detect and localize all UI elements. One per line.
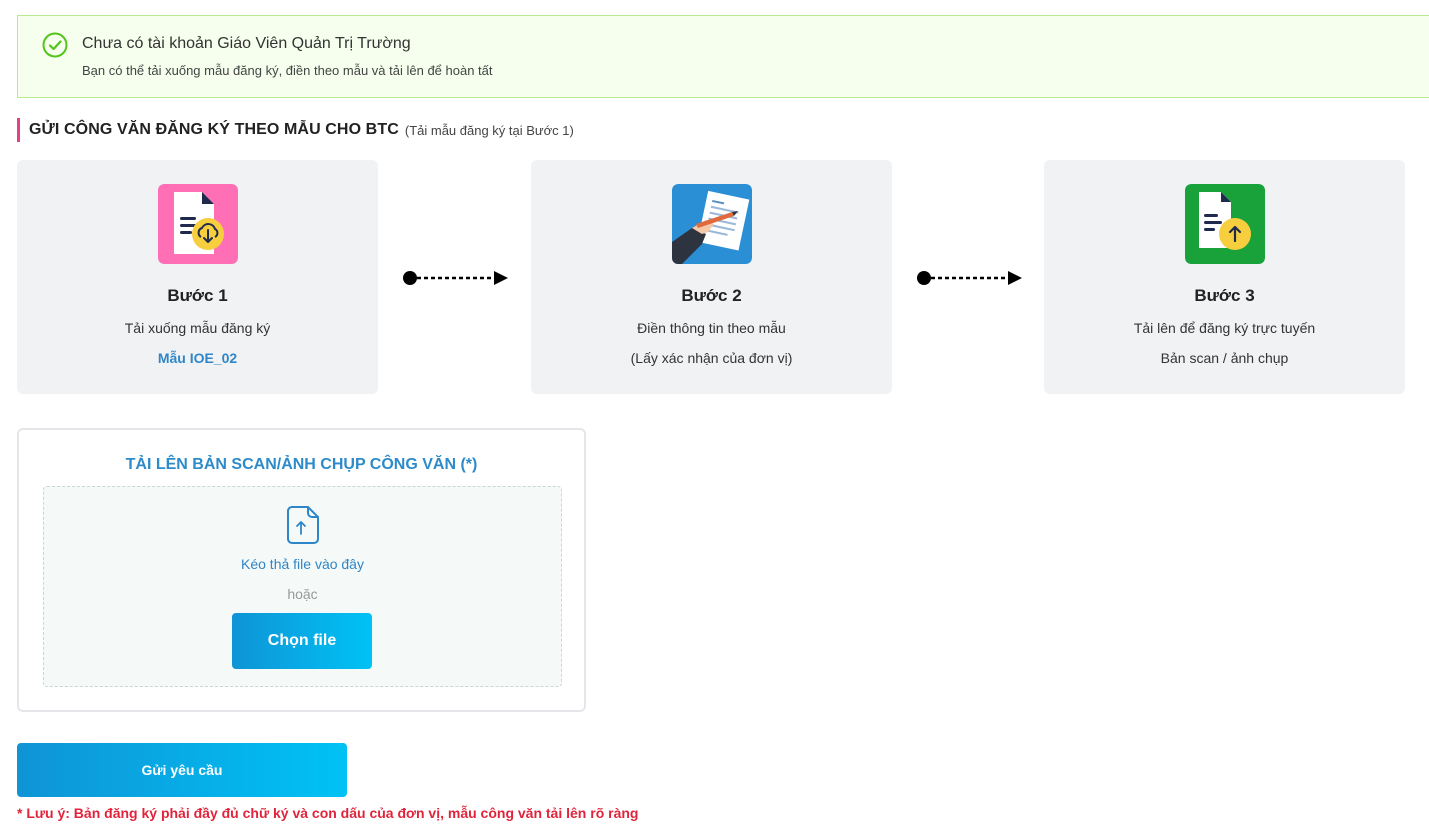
section-heading: GỬI CÔNG VĂN ĐĂNG KÝ THEO MẪU CHO BTC (T… <box>17 118 574 142</box>
alert-description: Bạn có thể tải xuống mẫu đăng ký, điền t… <box>82 63 493 78</box>
step-name: Bước 3 <box>1194 286 1255 305</box>
step-name: Bước 1 <box>167 286 228 305</box>
upload-document-icon <box>1185 184 1265 264</box>
drag-drop-label: Kéo thả file vào đây <box>241 556 364 572</box>
section-subtitle: (Tải mẫu đăng ký tại Bước 1) <box>404 122 574 138</box>
step-description: Tải lên để đăng ký trực tuyến <box>1133 320 1316 336</box>
fill-form-icon <box>672 184 752 264</box>
file-upload-icon <box>287 506 319 544</box>
or-label: hoặc <box>287 586 318 602</box>
step-description: Tải xuống mẫu đăng ký <box>124 320 271 336</box>
submit-request-button[interactable]: Gửi yêu cầu <box>17 743 347 797</box>
choose-file-button[interactable]: Chọn file <box>232 613 372 669</box>
step-arrow-icon <box>403 271 508 285</box>
upload-title: TẢI LÊN BẢN SCAN/ẢNH CHỤP CÔNG VĂN (*) <box>125 456 478 473</box>
step-card-2: Bước 2 Điền thông tin theo mẫu (Lấy xác … <box>531 160 892 394</box>
info-alert: Chưa có tài khoản Giáo Viên Quản Trị Trư… <box>17 15 1429 98</box>
step-arrow-icon <box>917 271 1022 285</box>
warning-note: * Lưu ý: Bản đăng ký phải đầy đủ chữ ký … <box>17 805 639 821</box>
section-title: GỬI CÔNG VĂN ĐĂNG KÝ THEO MẪU CHO BTC <box>29 121 399 138</box>
upload-card: TẢI LÊN BẢN SCAN/ẢNH CHỤP CÔNG VĂN (*) K… <box>17 428 586 712</box>
step-name: Bước 2 <box>681 286 742 305</box>
step-note: Bản scan / ảnh chụp <box>1160 350 1289 366</box>
download-document-icon <box>158 184 238 264</box>
step-card-3: Bước 3 Tải lên để đăng ký trực tuyến Bản… <box>1044 160 1405 394</box>
check-circle-icon <box>42 32 68 58</box>
step-card-1: Bước 1 Tải xuống mẫu đăng ký Mẫu IOE_02 <box>17 160 378 394</box>
download-template-link[interactable]: Mẫu IOE_02 <box>17 350 378 366</box>
file-dropzone[interactable]: Kéo thả file vào đây hoặc Chọn file <box>43 486 562 687</box>
step-description: Điền thông tin theo mẫu <box>637 320 786 336</box>
alert-title: Chưa có tài khoản Giáo Viên Quản Trị Trư… <box>82 35 411 52</box>
step-note: (Lấy xác nhận của đơn vị) <box>630 350 793 366</box>
